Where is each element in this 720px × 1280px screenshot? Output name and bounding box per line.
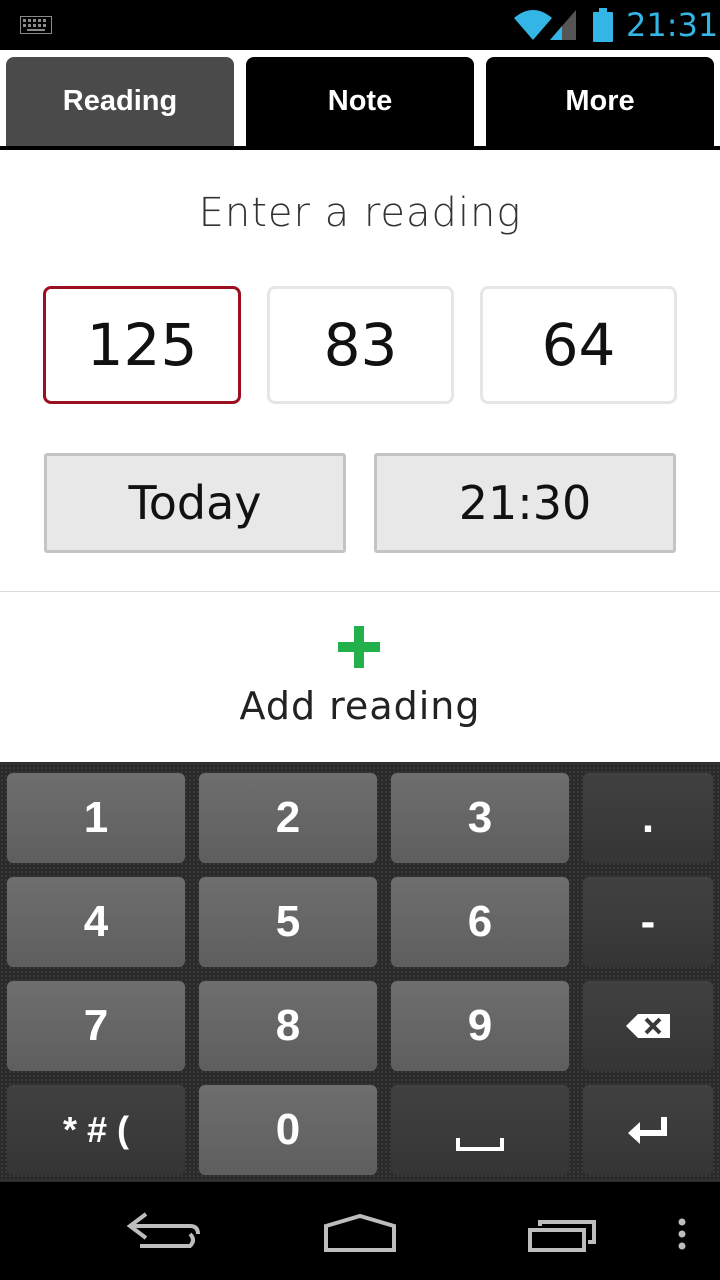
key-0[interactable]: 0 xyxy=(199,1085,377,1175)
pulse-input[interactable]: 64 xyxy=(480,286,677,404)
key-6[interactable]: 6 xyxy=(391,877,569,967)
status-clock: 21:31 xyxy=(626,6,719,44)
numeric-keyboard: 1 2 3 . 4 5 6 - 7 8 9 * # ( 0 xyxy=(0,762,720,1182)
plus-icon[interactable] xyxy=(338,626,380,668)
back-icon[interactable] xyxy=(110,1182,210,1280)
reading-form: Enter a reading 125 83 64 Today 21:30 Ad… xyxy=(0,150,720,762)
tab-more[interactable]: More xyxy=(486,57,714,147)
space-icon xyxy=(456,1138,504,1152)
diastolic-input[interactable]: 83 xyxy=(267,286,454,404)
key-space[interactable] xyxy=(391,1085,569,1175)
navigation-bar xyxy=(0,1182,720,1280)
systolic-input[interactable]: 125 xyxy=(43,286,241,404)
key-9[interactable]: 9 xyxy=(391,981,569,1071)
key-2[interactable]: 2 xyxy=(199,773,377,863)
key-enter[interactable] xyxy=(583,1085,713,1175)
divider xyxy=(0,591,720,592)
key-8[interactable]: 8 xyxy=(199,981,377,1071)
key-5[interactable]: 5 xyxy=(199,877,377,967)
keyboard-icon xyxy=(20,16,52,34)
backspace-icon xyxy=(626,1014,670,1038)
add-reading-button[interactable]: Add reading xyxy=(0,684,720,728)
key-period[interactable]: . xyxy=(583,773,713,863)
menu-icon[interactable] xyxy=(664,1182,700,1280)
tab-reading[interactable]: Reading xyxy=(6,57,234,147)
battery-icon xyxy=(593,8,613,42)
key-7[interactable]: 7 xyxy=(7,981,185,1071)
status-bar: 21:31 xyxy=(0,0,720,50)
key-symbols[interactable]: * # ( xyxy=(7,1085,185,1175)
signal-icon xyxy=(550,10,576,40)
time-picker-button[interactable]: 21:30 xyxy=(374,453,676,553)
enter-icon xyxy=(628,1117,667,1144)
home-icon[interactable] xyxy=(310,1182,410,1280)
date-picker-button[interactable]: Today xyxy=(44,453,346,553)
page-title: Enter a reading xyxy=(198,190,522,236)
key-backspace[interactable] xyxy=(583,981,713,1071)
key-3[interactable]: 3 xyxy=(391,773,569,863)
key-1[interactable]: 1 xyxy=(7,773,185,863)
tab-bar: Reading Note More xyxy=(0,50,720,150)
key-minus[interactable]: - xyxy=(583,877,713,967)
key-4[interactable]: 4 xyxy=(7,877,185,967)
tab-note[interactable]: Note xyxy=(246,57,474,147)
recent-apps-icon[interactable] xyxy=(510,1182,610,1280)
